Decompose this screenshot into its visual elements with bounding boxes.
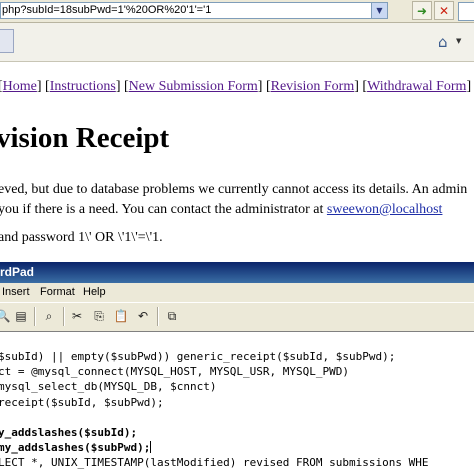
address-dropdown-icon[interactable]: ▼ bbox=[371, 3, 387, 18]
message-line-2: you if there is a need. You can contact … bbox=[0, 202, 327, 217]
code-text: $subId) || empty($subPwd)) generic_recei… bbox=[0, 349, 428, 471]
code-line: ct = @mysql_connect(MYSQL_HOST, MYSQL_US… bbox=[0, 365, 349, 379]
nav-link-revision[interactable]: Revision Form bbox=[271, 79, 355, 94]
code-line-bold: y_addslashes($subId); bbox=[0, 426, 138, 440]
browser-toolbar: ⌂ ▼ bbox=[0, 23, 474, 62]
address-input[interactable]: php?subId=18subPwd=1'%20OR%20'1'='1 ▼ bbox=[0, 2, 388, 19]
go-arrow-icon[interactable]: ➜ bbox=[412, 1, 432, 20]
menu-help[interactable]: Help bbox=[83, 286, 106, 298]
code-line: $subId) || empty($subPwd)) generic_recei… bbox=[0, 350, 396, 363]
menu-format[interactable]: Format bbox=[40, 286, 75, 298]
nav-link-withdrawal[interactable]: Withdrawal Form bbox=[367, 79, 466, 94]
paste-icon[interactable]: 📋 bbox=[112, 307, 130, 325]
nav-link-home[interactable]: Home bbox=[3, 79, 37, 94]
undo-icon[interactable]: ↶ bbox=[134, 307, 152, 325]
chevron-down-icon[interactable]: ▼ bbox=[456, 37, 461, 45]
home-icon[interactable]: ⌂ bbox=[438, 33, 448, 51]
page-nav: [Home] [Instructions] [New Submission Fo… bbox=[0, 79, 472, 94]
admin-email-link[interactable]: sweewon@localhost bbox=[327, 202, 443, 217]
print-preview-icon[interactable]: 🔍 bbox=[0, 307, 12, 325]
wordpad-window: rdPad Insert Format Help 🔍 ▤ ⌕ ✂ ⎘ 📋 ↶ ⧉… bbox=[0, 262, 474, 475]
receipt-message: eved, but due to database problems we cu… bbox=[0, 180, 467, 220]
toolbar-divider bbox=[63, 307, 65, 326]
cut-icon[interactable]: ✂ bbox=[68, 307, 86, 325]
copy-icon[interactable]: ⎘ bbox=[90, 307, 108, 325]
search-input[interactable] bbox=[458, 2, 474, 21]
print-icon[interactable]: ▤ bbox=[12, 307, 30, 325]
stop-x-icon[interactable]: ✕ bbox=[434, 1, 454, 20]
password-line: and password 1\' OR \'1\'=\'1. bbox=[0, 230, 163, 245]
wordpad-title-bar[interactable]: rdPad bbox=[0, 262, 474, 283]
address-bar-row: php?subId=18subPwd=1'%20OR%20'1'='1 ▼ ➜ … bbox=[0, 0, 474, 23]
back-button[interactable] bbox=[0, 29, 14, 53]
code-line: receipt($subId, $subPwd); bbox=[0, 395, 164, 409]
wordpad-document[interactable]: $subId) || empty($subPwd)) generic_recei… bbox=[0, 331, 474, 475]
wordpad-toolbar: 🔍 ▤ ⌕ ✂ ⎘ 📋 ↶ ⧉ bbox=[0, 302, 474, 332]
page-title: vision Receipt bbox=[0, 122, 170, 154]
toolbar-divider bbox=[157, 307, 159, 326]
address-url: php?subId=18subPwd=1'%20OR%20'1'='1 bbox=[2, 4, 212, 16]
find-icon[interactable]: ⌕ bbox=[40, 307, 58, 325]
insert-object-icon[interactable]: ⧉ bbox=[163, 307, 181, 325]
nav-link-new-submission[interactable]: New Submission Form bbox=[129, 79, 258, 94]
text-caret bbox=[150, 441, 152, 454]
code-line: mysql_select_db(MYSQL_DB, $cnnct) bbox=[0, 380, 217, 394]
web-page: [Home] [Instructions] [New Submission Fo… bbox=[0, 62, 474, 262]
code-line: LECT *, UNIX_TIMESTAMP(lastModified) rev… bbox=[0, 456, 429, 470]
code-line-bold: my_addslashes($subPwd); bbox=[0, 441, 151, 455]
message-line-1: eved, but due to database problems we cu… bbox=[0, 182, 468, 197]
menu-insert[interactable]: Insert bbox=[2, 286, 30, 298]
wordpad-menu-bar: Insert Format Help bbox=[0, 283, 474, 302]
nav-link-instructions[interactable]: Instructions bbox=[50, 79, 116, 94]
wordpad-title: rdPad bbox=[0, 265, 35, 279]
toolbar-divider bbox=[34, 307, 36, 326]
